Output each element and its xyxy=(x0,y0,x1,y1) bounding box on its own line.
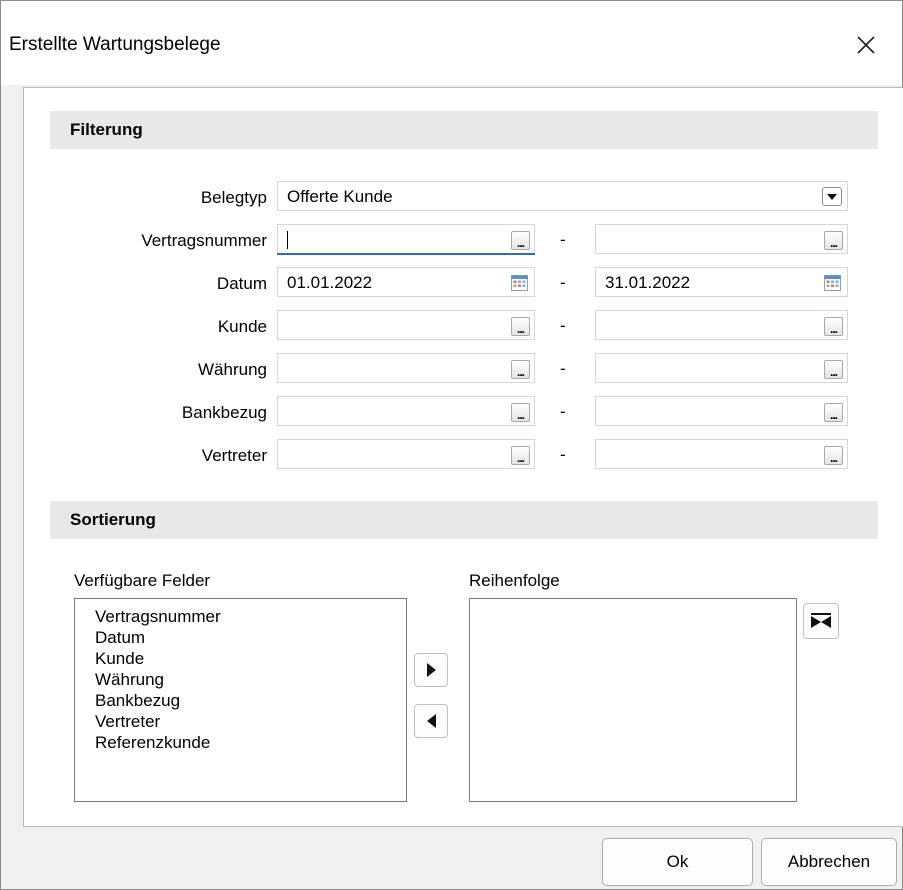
range-separator: - xyxy=(560,316,566,335)
calendar-icon[interactable] xyxy=(824,275,841,291)
vertreter-to-lookup-button[interactable]: ... xyxy=(824,446,843,465)
belegtyp-dropdown-button[interactable] xyxy=(822,187,842,206)
vertragsnummer-from-input[interactable]: ... xyxy=(277,224,535,255)
list-item[interactable]: Vertreter xyxy=(75,711,406,732)
range-separator: - xyxy=(560,359,566,378)
filter-header-label: Filterung xyxy=(70,120,143,139)
datum-label: Datum xyxy=(216,274,267,293)
sort-section-header: Sortierung xyxy=(50,501,878,539)
vertreter-from-lookup-button[interactable]: ... xyxy=(511,446,530,465)
lookup-dots-icon: ... xyxy=(829,451,838,465)
title-bar: Erstellte Wartungsbelege xyxy=(1,1,902,85)
waehrung-from-lookup-button[interactable]: ... xyxy=(511,360,530,379)
sort-header-label: Sortierung xyxy=(70,510,156,529)
arrow-left-icon xyxy=(426,714,436,728)
datum-to-input[interactable]: 31.01.2022 xyxy=(595,267,848,297)
belegtyp-select[interactable]: Offerte Kunde xyxy=(277,181,848,211)
focus-underline xyxy=(277,253,535,255)
bankbezug-to-lookup-button[interactable]: ... xyxy=(824,403,843,422)
bankbezug-from-lookup-button[interactable]: ... xyxy=(511,403,530,422)
vertragsnummer-from-lookup-button[interactable]: ... xyxy=(511,231,530,250)
order-label: Reihenfolge xyxy=(469,571,560,590)
available-fields-label: Verfügbare Felder xyxy=(74,571,211,590)
vertreter-to-input[interactable]: ... xyxy=(595,439,848,469)
ok-button-label: Ok xyxy=(666,852,689,871)
vertreter-label: Vertreter xyxy=(201,446,267,465)
belegtyp-value: Offerte Kunde xyxy=(287,187,393,206)
kunde-from-lookup-button[interactable]: ... xyxy=(511,317,530,336)
datum-from-value: 01.01.2022 xyxy=(287,273,373,292)
ok-button[interactable]: Ok xyxy=(602,838,753,886)
lookup-dots-icon: ... xyxy=(516,322,525,336)
cancel-button-label: Abbrechen xyxy=(787,852,871,871)
list-item[interactable]: Kunde xyxy=(75,648,406,669)
list-item[interactable]: Bankbezug xyxy=(75,690,406,711)
lookup-dots-icon: ... xyxy=(829,365,838,379)
bankbezug-to-input[interactable]: ... xyxy=(595,396,848,426)
vertreter-from-input[interactable]: ... xyxy=(277,439,535,469)
arrow-right-icon xyxy=(426,663,436,677)
chevron-down-icon xyxy=(827,193,837,200)
filter-section-header: Filterung xyxy=(50,111,878,149)
waehrung-from-input[interactable]: ... xyxy=(277,353,535,383)
dialog-title: Erstellte Wartungsbelege xyxy=(9,34,221,55)
lookup-dots-icon: ... xyxy=(829,236,838,250)
waehrung-label: Währung xyxy=(198,360,267,379)
bankbezug-from-input[interactable]: ... xyxy=(277,396,535,426)
vertragsnummer-label: Vertragsnummer xyxy=(141,231,267,250)
available-fields-list[interactable]: Vertragsnummer Datum Kunde Währung Bankb… xyxy=(74,598,407,802)
vertragsnummer-to-lookup-button[interactable]: ... xyxy=(824,231,843,250)
dialog-window: Erstellte Wartungsbelege Filterung Beleg… xyxy=(0,0,903,890)
lookup-dots-icon: ... xyxy=(516,365,525,379)
range-separator: - xyxy=(560,445,566,464)
belegtyp-label: Belegtyp xyxy=(200,188,267,207)
sort-direction-button[interactable] xyxy=(803,603,839,639)
range-separator: - xyxy=(560,402,566,421)
lookup-dots-icon: ... xyxy=(516,236,525,250)
lookup-dots-icon: ... xyxy=(516,408,525,422)
waehrung-to-lookup-button[interactable]: ... xyxy=(824,360,843,379)
datum-to-value: 31.01.2022 xyxy=(605,273,691,292)
order-list[interactable] xyxy=(469,598,797,802)
kunde-label: Kunde xyxy=(217,317,267,336)
list-item[interactable]: Referenzkunde xyxy=(75,732,406,753)
kunde-to-lookup-button[interactable]: ... xyxy=(824,317,843,336)
cancel-button[interactable]: Abbrechen xyxy=(761,838,897,886)
range-separator: - xyxy=(560,273,566,292)
kunde-to-input[interactable]: ... xyxy=(595,310,848,340)
remove-field-button[interactable] xyxy=(414,704,448,738)
text-cursor xyxy=(287,231,288,249)
waehrung-to-input[interactable]: ... xyxy=(595,353,848,383)
vertragsnummer-to-input[interactable]: ... xyxy=(595,224,848,254)
add-field-button[interactable] xyxy=(414,653,448,687)
close-icon xyxy=(857,36,875,54)
range-separator: - xyxy=(560,230,566,249)
lookup-dots-icon: ... xyxy=(516,451,525,465)
list-item[interactable]: Währung xyxy=(75,669,406,690)
lookup-dots-icon: ... xyxy=(829,322,838,336)
kunde-from-input[interactable]: ... xyxy=(277,310,535,340)
list-item[interactable]: Vertragsnummer xyxy=(75,606,406,627)
sort-toggle-icon xyxy=(811,613,831,628)
bankbezug-label: Bankbezug xyxy=(181,403,267,422)
content-panel: Filterung Belegtyp Offerte Kunde Vertrag… xyxy=(23,87,903,827)
lookup-dots-icon: ... xyxy=(829,408,838,422)
datum-from-input[interactable]: 01.01.2022 xyxy=(277,267,535,297)
close-button[interactable] xyxy=(844,25,888,65)
calendar-icon[interactable] xyxy=(511,275,528,291)
list-item[interactable]: Datum xyxy=(75,627,406,648)
